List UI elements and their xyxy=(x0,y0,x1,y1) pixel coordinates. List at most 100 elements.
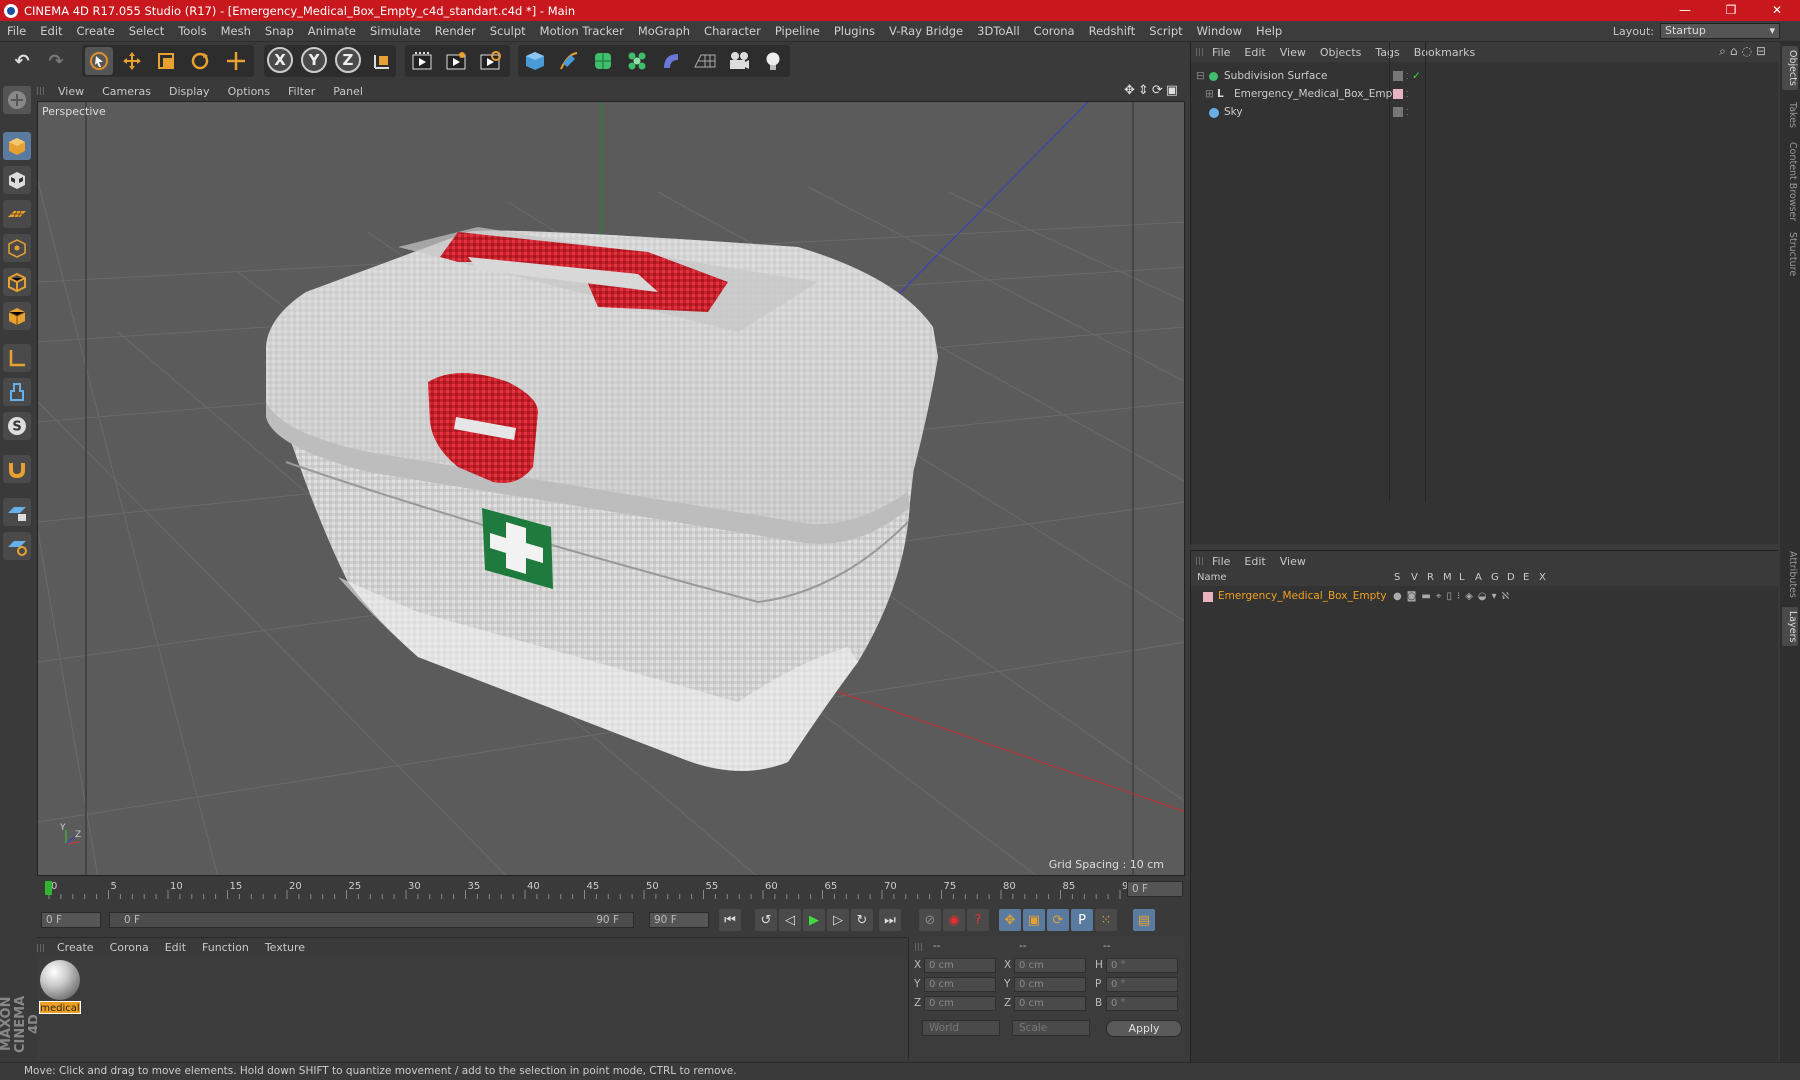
previous-frame-icon[interactable]: ◁ xyxy=(779,909,801,931)
layout-select[interactable]: Startup xyxy=(1660,23,1780,39)
camera-icon[interactable] xyxy=(725,47,753,75)
material-preview-sphere[interactable] xyxy=(40,960,80,1000)
next-frame-icon[interactable]: ▷ xyxy=(827,909,849,931)
magnet-icon[interactable] xyxy=(3,455,31,483)
menu-vray-bridge[interactable]: V-Ray Bridge xyxy=(882,24,970,38)
tab-objects[interactable]: Objects xyxy=(1782,46,1798,90)
object-row[interactable]: ⊟ Subdivision Surface ⁚ ✓ xyxy=(1191,68,1779,85)
timeline-ruler[interactable]: 051015202530354045505560657075808590 0 F xyxy=(37,878,1185,900)
object-menu-objects[interactable]: Objects xyxy=(1313,46,1369,59)
menu-redshift[interactable]: Redshift xyxy=(1082,24,1143,38)
close-button[interactable]: ✕ xyxy=(1754,0,1800,21)
key-pla-icon[interactable]: ⁙ xyxy=(1095,909,1117,931)
model-mode-icon[interactable] xyxy=(3,132,31,160)
layer-col-r[interactable]: R xyxy=(1427,572,1434,583)
menu-corona[interactable]: Corona xyxy=(1027,24,1082,38)
coords-world-dropdown[interactable]: World xyxy=(922,1020,1000,1036)
menu-file[interactable]: File xyxy=(0,24,33,38)
scale-icon[interactable] xyxy=(152,47,180,75)
menu-pipeline[interactable]: Pipeline xyxy=(768,24,827,38)
layer-color-icon[interactable] xyxy=(1203,592,1213,602)
deformer-icon[interactable] xyxy=(657,47,685,75)
menu-edit[interactable]: Edit xyxy=(33,24,69,38)
coords-size-z-field[interactable]: 0 cm xyxy=(1014,996,1086,1011)
render-dots-icon[interactable]: ⁚ xyxy=(1406,104,1409,121)
menu-tools[interactable]: Tools xyxy=(171,24,213,38)
maximize-button[interactable]: ❐ xyxy=(1708,0,1754,21)
apply-button[interactable]: Apply xyxy=(1106,1020,1182,1037)
cube-icon[interactable] xyxy=(521,47,549,75)
light-icon[interactable] xyxy=(759,47,787,75)
coords-scale-dropdown[interactable]: Scale xyxy=(1012,1020,1090,1036)
object-name[interactable]: Emergency_Medical_Box_Empty xyxy=(1234,86,1403,103)
menu-character[interactable]: Character xyxy=(697,24,768,38)
texture-mode-icon[interactable] xyxy=(3,166,31,194)
visibility-toggle-icon[interactable] xyxy=(1393,107,1403,117)
object-menu-bookmarks[interactable]: Bookmarks xyxy=(1407,46,1482,59)
minimize-button[interactable]: — xyxy=(1662,0,1708,21)
menu-mesh[interactable]: Mesh xyxy=(214,24,258,38)
render-settings-icon[interactable] xyxy=(476,47,504,75)
layer-col-l[interactable]: L xyxy=(1459,572,1465,583)
layer-col-x[interactable]: X xyxy=(1539,572,1546,583)
next-key-icon[interactable]: ↻ xyxy=(851,909,873,931)
tweak-mode-icon[interactable] xyxy=(3,378,31,406)
object-name[interactable]: Sky xyxy=(1224,104,1243,121)
material-name[interactable]: medical xyxy=(39,1001,81,1014)
key-rotation-icon[interactable]: ⟳ xyxy=(1047,909,1069,931)
material-menu-texture[interactable]: Texture xyxy=(257,941,313,954)
menu-mograph[interactable]: MoGraph xyxy=(631,24,697,38)
current-frame-field[interactable]: 0 F xyxy=(1127,881,1183,897)
tab-content-browser[interactable]: Content Browser xyxy=(1782,138,1798,225)
tab-takes[interactable]: Takes xyxy=(1782,98,1798,132)
make-editable-icon[interactable] xyxy=(3,86,31,114)
object-menu-file[interactable]: File xyxy=(1205,46,1237,59)
workplane-icon[interactable] xyxy=(3,200,31,228)
menu-help[interactable]: Help xyxy=(1249,24,1289,38)
end-frame-field[interactable]: 90 F xyxy=(649,912,709,928)
tab-attributes[interactable]: Attributes xyxy=(1782,547,1798,602)
layer-menu-view[interactable]: View xyxy=(1273,555,1313,568)
layer-col-v[interactable]: V xyxy=(1411,572,1418,583)
menu-select[interactable]: Select xyxy=(122,24,171,38)
material-menu-create[interactable]: Create xyxy=(49,941,102,954)
edges-mode-icon[interactable] xyxy=(3,268,31,296)
viewport-menu-panel[interactable]: Panel xyxy=(324,85,372,98)
coordinate-system-icon[interactable] xyxy=(368,47,396,75)
menu-create[interactable]: Create xyxy=(70,24,122,38)
tab-layers[interactable]: Layers xyxy=(1782,607,1798,647)
transform-icon[interactable] xyxy=(222,47,250,75)
coords-rot-p-field[interactable]: 0 ° xyxy=(1106,977,1178,992)
enabled-check-icon[interactable]: ✓ xyxy=(1412,68,1421,85)
start-frame-field[interactable]: 0 F xyxy=(41,912,101,928)
coords-pos-x-field[interactable]: 0 cm xyxy=(924,958,996,973)
layer-col-g[interactable]: G xyxy=(1491,572,1499,583)
axis-mode-icon[interactable] xyxy=(3,344,31,372)
coords-size-x-field[interactable]: 0 cm xyxy=(1014,958,1086,973)
layer-col-d[interactable]: D xyxy=(1507,572,1515,583)
layer-menu-file[interactable]: File xyxy=(1205,555,1237,568)
redo-icon[interactable]: ↷ xyxy=(42,47,70,75)
layer-color-icon[interactable] xyxy=(1393,89,1403,99)
snap-icon[interactable]: S xyxy=(3,412,31,440)
object-row[interactable]: ⊞ L Emergency_Medical_Box_Empty ⁚ xyxy=(1191,86,1779,103)
previous-key-icon[interactable]: ↺ xyxy=(755,909,777,931)
layer-col-name[interactable]: Name xyxy=(1197,572,1227,583)
timeline-window-icon[interactable]: ▤ xyxy=(1133,909,1155,931)
tab-structure[interactable]: Structure xyxy=(1782,228,1798,280)
expand-icon[interactable]: ⊞ xyxy=(1205,86,1214,103)
layer-name[interactable]: Emergency_Medical_Box_Empty xyxy=(1218,588,1387,605)
menu-motion-tracker[interactable]: Motion Tracker xyxy=(533,24,631,38)
render-dots-icon[interactable]: ⁚ xyxy=(1406,86,1409,103)
subdivision-icon[interactable] xyxy=(589,47,617,75)
menu-plugins[interactable]: Plugins xyxy=(827,24,882,38)
axis-y-icon[interactable]: Y xyxy=(301,47,327,73)
layer-row[interactable]: Emergency_Medical_Box_Empty ●◙▬⌖▯⁝◈◒▾ℵ xyxy=(1191,588,1779,605)
layer-col-a[interactable]: A xyxy=(1475,572,1482,583)
key-position-icon[interactable]: ✥ xyxy=(999,909,1021,931)
coords-size-y-field[interactable]: 0 cm xyxy=(1014,977,1086,992)
viewport-menu-filter[interactable]: Filter xyxy=(279,85,324,98)
menu-sculpt[interactable]: Sculpt xyxy=(483,24,533,38)
menu-window[interactable]: Window xyxy=(1190,24,1249,38)
viewport-menu-display[interactable]: Display xyxy=(160,85,219,98)
